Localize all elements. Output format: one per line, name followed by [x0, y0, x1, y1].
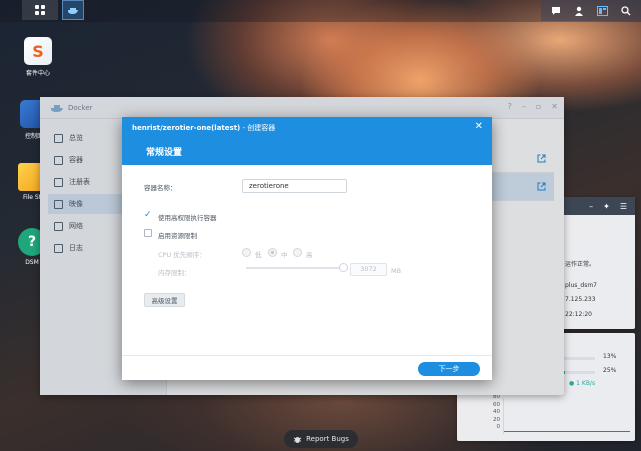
cpu-priority-high-radio[interactable]: [293, 248, 302, 257]
cpu-priority-high-label: 高: [306, 251, 313, 259]
resource-limit-checkbox[interactable]: [144, 229, 152, 237]
y-tick: 20: [493, 416, 500, 423]
docker-whale-icon: [68, 7, 78, 14]
ip-text: 7.125.233: [565, 296, 596, 303]
cpu-percent: 13%: [603, 353, 617, 360]
chart-y-ticks: 80 60 40 20 0: [490, 394, 500, 432]
grid-icon: [35, 5, 45, 15]
chat-icon[interactable]: [551, 6, 561, 16]
dialog-title-image: henrist/zerotier-one(latest): [132, 124, 241, 132]
container-name-label: 容器名称：: [144, 184, 177, 192]
taskbar-docker-button[interactable]: [62, 0, 84, 20]
pin-icon[interactable]: ✦: [603, 202, 610, 211]
network-speed: ● 1 KB/s: [569, 380, 596, 387]
ram-percent: 25%: [603, 367, 617, 374]
advanced-settings-button[interactable]: 高级设置: [144, 293, 185, 307]
dialog-title-action: - 创建容器: [240, 124, 276, 132]
privileged-label: 使用高权限执行容器: [158, 214, 217, 222]
y-tick: 0: [496, 424, 501, 430]
widget-menu-icon[interactable]: ☰: [620, 202, 627, 211]
dialog-footer-divider: [122, 355, 492, 356]
next-button[interactable]: 下一步: [418, 362, 480, 376]
memory-slider-handle[interactable]: [339, 263, 348, 272]
desktop-icon-package-center[interactable]: S 套件中心: [18, 37, 58, 77]
cpu-priority-low-radio[interactable]: [242, 248, 251, 257]
y-tick: 60: [493, 401, 500, 408]
network-chart: 80 60 40 20 0: [493, 394, 630, 434]
desktop-icon-label: 套件中心: [25, 70, 50, 77]
checkmark-icon: ✓: [144, 210, 152, 220]
network-speed-value: 1 KB/s: [576, 380, 596, 387]
memory-slider-track[interactable]: [246, 267, 344, 269]
user-icon[interactable]: [574, 6, 584, 16]
cpu-priority-low-label: 低: [255, 251, 262, 259]
resource-limit-label: 启用资源限制: [158, 232, 197, 240]
report-bugs-button[interactable]: Report Bugs: [284, 430, 358, 448]
dialog-title: henrist/zerotier-one(latest) - 创建容器: [132, 123, 275, 133]
network-line: [504, 431, 630, 432]
bug-icon: [293, 436, 302, 443]
taskbar-right-tray: [541, 0, 641, 21]
minimize-icon[interactable]: –: [589, 202, 593, 211]
section-title: 常规设置: [146, 148, 183, 158]
time-text: 22:12:20: [565, 311, 592, 318]
status-text: 运作正常。: [565, 261, 596, 268]
report-bugs-label: Report Bugs: [306, 435, 349, 443]
package-center-icon: S: [24, 37, 52, 65]
y-tick: 80: [493, 394, 500, 400]
memory-unit: MB: [391, 267, 402, 275]
memory-limit-label: 内存限制：: [158, 269, 191, 277]
cpu-priority-label: CPU 优先顺序：: [158, 251, 206, 259]
privileged-checkbox[interactable]: ✓: [144, 210, 152, 220]
close-icon[interactable]: ✕: [475, 121, 483, 132]
hostname-text: plus_dsm7: [565, 282, 598, 289]
dialog-header: henrist/zerotier-one(latest) - 创建容器 常规设置…: [122, 117, 492, 165]
cpu-priority-medium-label: 中: [281, 251, 288, 259]
search-icon[interactable]: [620, 5, 631, 16]
y-tick: 40: [493, 409, 500, 415]
main-menu-button[interactable]: [22, 0, 58, 20]
cpu-priority-medium-radio[interactable]: [268, 248, 277, 257]
container-name-field[interactable]: zerotierone: [242, 179, 347, 193]
widgets-icon[interactable]: [596, 5, 608, 16]
memory-limit-field[interactable]: 3072: [350, 263, 387, 276]
